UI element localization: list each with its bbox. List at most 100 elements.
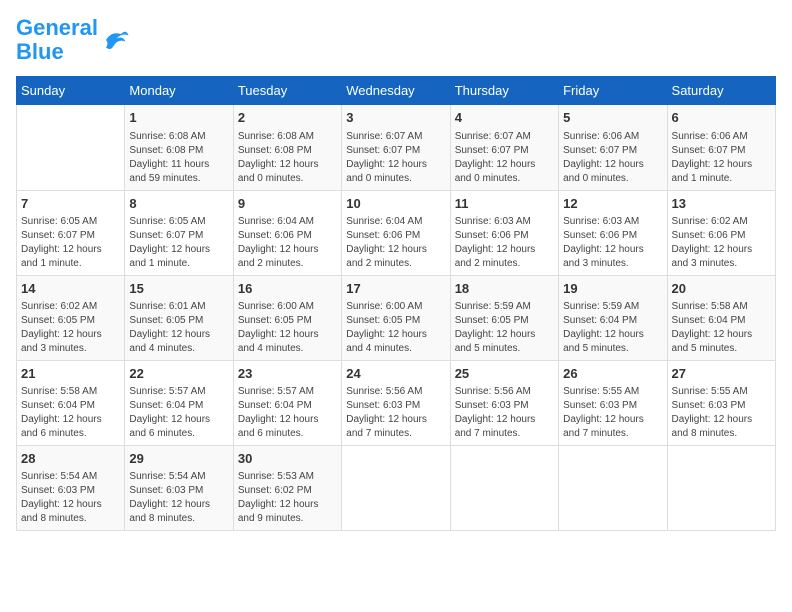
day-info: Sunrise: 5:54 AM Sunset: 6:03 PM Dayligh… <box>21 470 120 526</box>
day-info: Sunrise: 6:07 AM Sunset: 6:07 PM Dayligh… <box>346 130 445 186</box>
day-info: Sunrise: 5:56 AM Sunset: 6:03 PM Dayligh… <box>346 385 445 441</box>
col-header-friday: Friday <box>559 77 667 105</box>
calendar-cell: 24 Sunrise: 5:56 AM Sunset: 6:03 PM Dayli… <box>342 360 450 445</box>
calendar-cell: 17 Sunrise: 6:00 AM Sunset: 6:05 PM Dayli… <box>342 275 450 360</box>
day-number: 23 <box>238 365 337 383</box>
col-header-tuesday: Tuesday <box>233 77 341 105</box>
calendar-cell: 22Sunrise: 5:57 AM Sunset: 6:04 PM Dayli… <box>125 360 233 445</box>
day-info: Sunrise: 5:59 AM Sunset: 6:04 PM Dayligh… <box>563 300 662 356</box>
day-info: Sunrise: 6:04 AM Sunset: 6:06 PM Dayligh… <box>238 215 337 271</box>
day-number: 11 <box>455 195 554 213</box>
day-info: Sunrise: 6:05 AM Sunset: 6:07 PM Dayligh… <box>21 215 120 271</box>
calendar-cell: 23 Sunrise: 5:57 AM Sunset: 6:04 PM Dayli… <box>233 360 341 445</box>
calendar-table: SundayMondayTuesdayWednesdayThursdayFrid… <box>16 76 776 531</box>
day-info: Sunrise: 6:03 AM Sunset: 6:06 PM Dayligh… <box>455 215 554 271</box>
calendar-week-row: 1Sunrise: 6:08 AM Sunset: 6:08 PM Daylig… <box>17 105 776 190</box>
day-number: 10 <box>346 195 445 213</box>
day-number: 19 <box>563 280 662 298</box>
calendar-cell <box>342 446 450 531</box>
calendar-cell: 29Sunrise: 5:54 AM Sunset: 6:03 PM Dayli… <box>125 446 233 531</box>
calendar-cell: 5 Sunrise: 6:06 AM Sunset: 6:07 PM Daylig… <box>559 105 667 190</box>
calendar-cell: 28 Sunrise: 5:54 AM Sunset: 6:03 PM Dayli… <box>17 446 125 531</box>
day-info: Sunrise: 5:53 AM Sunset: 6:02 PM Dayligh… <box>238 470 337 526</box>
calendar-cell: 3 Sunrise: 6:07 AM Sunset: 6:07 PM Daylig… <box>342 105 450 190</box>
col-header-saturday: Saturday <box>667 77 775 105</box>
day-number: 22 <box>129 365 228 383</box>
day-number: 6 <box>672 109 771 127</box>
calendar-cell: 6 Sunrise: 6:06 AM Sunset: 6:07 PM Daylig… <box>667 105 775 190</box>
day-number: 9 <box>238 195 337 213</box>
calendar-cell: 16 Sunrise: 6:00 AM Sunset: 6:05 PM Dayli… <box>233 275 341 360</box>
calendar-week-row: 14Sunrise: 6:02 AM Sunset: 6:05 PM Dayli… <box>17 275 776 360</box>
day-info: Sunrise: 6:02 AM Sunset: 6:06 PM Dayligh… <box>672 215 771 271</box>
day-number: 15 <box>129 280 228 298</box>
day-number: 24 <box>346 365 445 383</box>
day-number: 29 <box>129 450 228 468</box>
calendar-cell: 13 Sunrise: 6:02 AM Sunset: 6:06 PM Dayli… <box>667 190 775 275</box>
day-info: Sunrise: 5:55 AM Sunset: 6:03 PM Dayligh… <box>563 385 662 441</box>
calendar-cell: 19 Sunrise: 5:59 AM Sunset: 6:04 PM Dayli… <box>559 275 667 360</box>
day-info: Sunrise: 6:00 AM Sunset: 6:05 PM Dayligh… <box>238 300 337 356</box>
day-number: 27 <box>672 365 771 383</box>
day-info: Sunrise: 6:03 AM Sunset: 6:06 PM Dayligh… <box>563 215 662 271</box>
page-header: GeneralBlue <box>16 16 776 64</box>
calendar-cell: 11 Sunrise: 6:03 AM Sunset: 6:06 PM Dayli… <box>450 190 558 275</box>
calendar-cell <box>667 446 775 531</box>
calendar-week-row: 28 Sunrise: 5:54 AM Sunset: 6:03 PM Dayli… <box>17 446 776 531</box>
logo-text: GeneralBlue <box>16 16 98 64</box>
day-info: Sunrise: 6:04 AM Sunset: 6:06 PM Dayligh… <box>346 215 445 271</box>
day-info: Sunrise: 6:01 AM Sunset: 6:05 PM Dayligh… <box>129 300 228 356</box>
day-number: 2 <box>238 109 337 127</box>
day-number: 13 <box>672 195 771 213</box>
day-number: 30 <box>238 450 337 468</box>
calendar-header-row: SundayMondayTuesdayWednesdayThursdayFrid… <box>17 77 776 105</box>
day-info: Sunrise: 6:06 AM Sunset: 6:07 PM Dayligh… <box>563 130 662 186</box>
day-number: 7 <box>21 195 120 213</box>
day-info: Sunrise: 6:06 AM Sunset: 6:07 PM Dayligh… <box>672 130 771 186</box>
day-number: 25 <box>455 365 554 383</box>
day-number: 20 <box>672 280 771 298</box>
day-info: Sunrise: 6:07 AM Sunset: 6:07 PM Dayligh… <box>455 130 554 186</box>
col-header-sunday: Sunday <box>17 77 125 105</box>
day-info: Sunrise: 6:05 AM Sunset: 6:07 PM Dayligh… <box>129 215 228 271</box>
day-info: Sunrise: 5:58 AM Sunset: 6:04 PM Dayligh… <box>21 385 120 441</box>
calendar-cell: 18 Sunrise: 5:59 AM Sunset: 6:05 PM Dayli… <box>450 275 558 360</box>
calendar-cell <box>17 105 125 190</box>
calendar-cell: 12 Sunrise: 6:03 AM Sunset: 6:06 PM Dayli… <box>559 190 667 275</box>
day-info: Sunrise: 5:58 AM Sunset: 6:04 PM Dayligh… <box>672 300 771 356</box>
calendar-cell: 27Sunrise: 5:55 AM Sunset: 6:03 PM Dayli… <box>667 360 775 445</box>
calendar-cell: 21 Sunrise: 5:58 AM Sunset: 6:04 PM Dayli… <box>17 360 125 445</box>
calendar-cell: 25 Sunrise: 5:56 AM Sunset: 6:03 PM Dayli… <box>450 360 558 445</box>
day-info: Sunrise: 6:08 AM Sunset: 6:08 PM Dayligh… <box>129 130 228 186</box>
calendar-cell: 20 Sunrise: 5:58 AM Sunset: 6:04 PM Dayli… <box>667 275 775 360</box>
calendar-cell <box>559 446 667 531</box>
day-info: Sunrise: 6:00 AM Sunset: 6:05 PM Dayligh… <box>346 300 445 356</box>
calendar-cell: 30 Sunrise: 5:53 AM Sunset: 6:02 PM Dayli… <box>233 446 341 531</box>
day-number: 3 <box>346 109 445 127</box>
calendar-cell: 8Sunrise: 6:05 AM Sunset: 6:07 PM Daylig… <box>125 190 233 275</box>
day-info: Sunrise: 5:56 AM Sunset: 6:03 PM Dayligh… <box>455 385 554 441</box>
calendar-cell: 9 Sunrise: 6:04 AM Sunset: 6:06 PM Daylig… <box>233 190 341 275</box>
day-number: 12 <box>563 195 662 213</box>
calendar-cell: 26 Sunrise: 5:55 AM Sunset: 6:03 PM Dayli… <box>559 360 667 445</box>
calendar-cell: 1Sunrise: 6:08 AM Sunset: 6:08 PM Daylig… <box>125 105 233 190</box>
day-number: 28 <box>21 450 120 468</box>
day-number: 18 <box>455 280 554 298</box>
logo-bird-icon <box>100 25 130 55</box>
col-header-monday: Monday <box>125 77 233 105</box>
day-info: Sunrise: 5:59 AM Sunset: 6:05 PM Dayligh… <box>455 300 554 356</box>
calendar-cell: 2 Sunrise: 6:08 AM Sunset: 6:08 PM Daylig… <box>233 105 341 190</box>
day-info: Sunrise: 6:02 AM Sunset: 6:05 PM Dayligh… <box>21 300 120 356</box>
day-number: 21 <box>21 365 120 383</box>
day-info: Sunrise: 5:57 AM Sunset: 6:04 PM Dayligh… <box>238 385 337 441</box>
day-number: 16 <box>238 280 337 298</box>
day-number: 26 <box>563 365 662 383</box>
calendar-week-row: 7 Sunrise: 6:05 AM Sunset: 6:07 PM Daylig… <box>17 190 776 275</box>
calendar-cell: 15 Sunrise: 6:01 AM Sunset: 6:05 PM Dayli… <box>125 275 233 360</box>
logo: GeneralBlue <box>16 16 130 64</box>
day-number: 17 <box>346 280 445 298</box>
day-number: 5 <box>563 109 662 127</box>
calendar-cell: 14Sunrise: 6:02 AM Sunset: 6:05 PM Dayli… <box>17 275 125 360</box>
day-info: Sunrise: 6:08 AM Sunset: 6:08 PM Dayligh… <box>238 130 337 186</box>
calendar-week-row: 21 Sunrise: 5:58 AM Sunset: 6:04 PM Dayli… <box>17 360 776 445</box>
